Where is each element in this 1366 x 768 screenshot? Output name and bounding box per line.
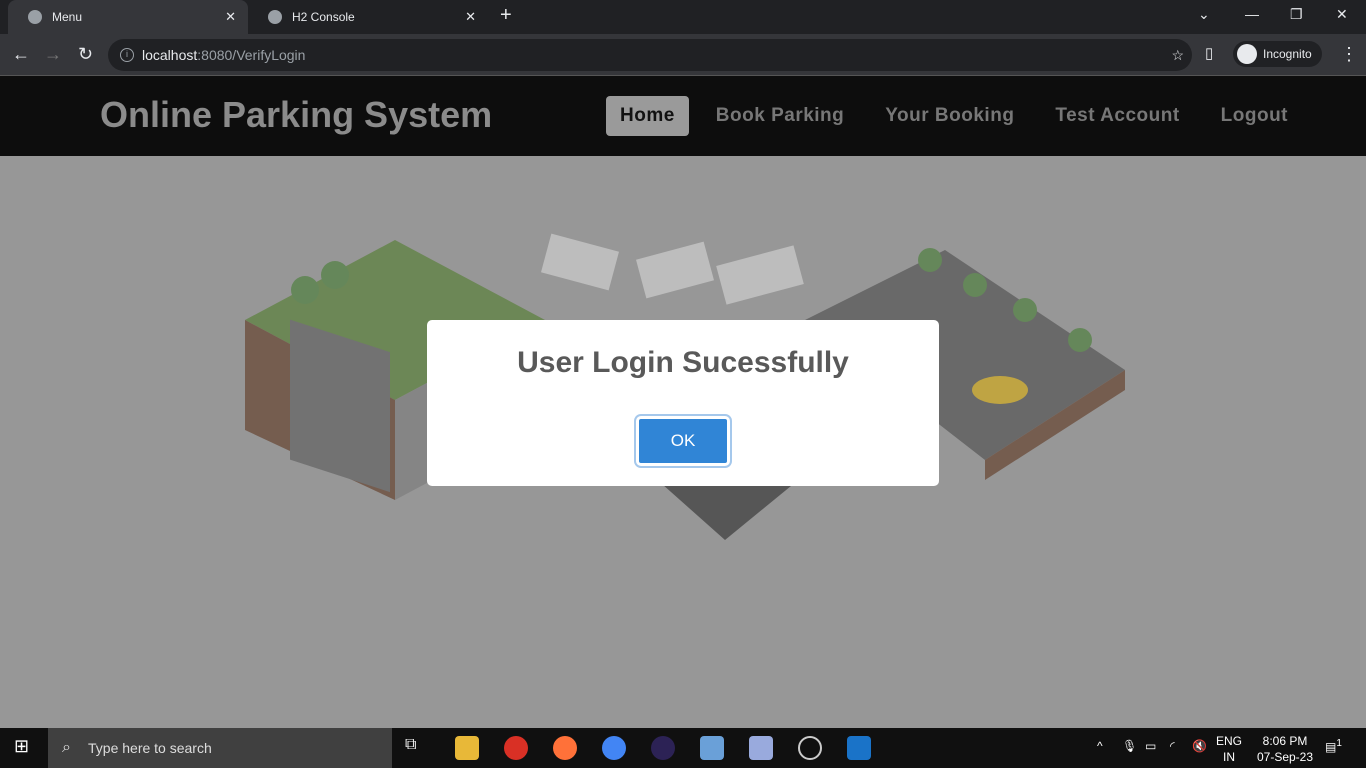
restore-button[interactable]: ❐ <box>1290 6 1303 23</box>
language-indicator[interactable]: ENG IN <box>1216 733 1242 765</box>
tab-strip: Menu ✕ H2 Console ✕ + ⌄ — ❐ ✕ <box>0 0 1366 34</box>
globe-icon <box>268 10 282 24</box>
reload-button[interactable]: ↻ <box>78 44 93 65</box>
show-hidden-icons[interactable]: ^ <box>1097 739 1103 753</box>
main-nav: Home Book Parking Your Booking Test Acco… <box>606 96 1315 136</box>
tab-menu[interactable]: Menu ✕ <box>8 0 248 34</box>
nav-home[interactable]: Home <box>606 96 689 136</box>
globe-icon <box>28 10 42 24</box>
notepad-icon[interactable] <box>749 736 773 760</box>
notifications-icon[interactable]: ▤1 <box>1325 738 1342 754</box>
bookmark-star-icon[interactable]: ☆ <box>1171 47 1184 64</box>
nav-logout[interactable]: Logout <box>1207 96 1302 136</box>
firefox-icon[interactable] <box>553 736 577 760</box>
chrome-icon[interactable] <box>504 736 528 760</box>
nav-your-booking[interactable]: Your Booking <box>871 96 1028 136</box>
microphone-icon[interactable]: 🎙 <box>1122 739 1137 753</box>
browser-toolbar: ← → ↻ i localhost:8080/VerifyLogin ☆ ▯ I… <box>0 34 1366 76</box>
forward-button[interactable]: → <box>44 44 62 65</box>
info-icon[interactable]: i <box>120 48 134 62</box>
tab-h2-console[interactable]: H2 Console ✕ <box>248 0 488 34</box>
volume-muted-icon[interactable]: 🔇 <box>1192 739 1207 753</box>
close-window-button[interactable]: ✕ <box>1336 6 1348 23</box>
file-explorer-icon[interactable] <box>455 736 479 760</box>
ok-button[interactable]: OK <box>634 414 732 468</box>
obs-icon[interactable] <box>798 736 822 760</box>
search-icon: ⌕ <box>62 739 71 756</box>
photos-icon[interactable] <box>847 736 871 760</box>
remote-desktop-icon[interactable] <box>700 736 724 760</box>
alert-dialog: User Login Sucessfully OK <box>427 320 939 486</box>
task-view-icon[interactable]: ⧉ <box>405 736 429 760</box>
side-panel-icon[interactable]: ▯ <box>1205 44 1213 62</box>
minimize-button[interactable]: — <box>1245 6 1259 22</box>
battery-icon[interactable]: ▭ <box>1145 739 1156 753</box>
back-button[interactable]: ← <box>12 44 30 65</box>
taskbar: ⊞ ⌕ Type here to search ⧉ ^ 🎙 ▭ ◜ 🔇 ENG I… <box>0 728 1366 768</box>
incognito-badge[interactable]: Incognito <box>1233 41 1322 67</box>
wifi-icon[interactable]: ◜ <box>1170 739 1175 753</box>
tab-search-icon[interactable]: ⌄ <box>1198 6 1210 23</box>
site-brand[interactable]: Online Parking System <box>100 94 492 136</box>
clock[interactable]: 8:06 PM 07-Sep-23 <box>1250 733 1320 765</box>
chrome-incognito-icon[interactable] <box>602 736 626 760</box>
close-tab-icon[interactable]: ✕ <box>225 9 236 25</box>
dialog-title: User Login Sucessfully <box>517 346 849 379</box>
new-tab-button[interactable]: + <box>500 4 512 27</box>
windows-start-icon[interactable]: ⊞ <box>14 736 38 760</box>
address-bar[interactable]: i localhost:8080/VerifyLogin ☆ <box>108 39 1192 71</box>
site-header: Online Parking System Home Book Parking … <box>0 76 1366 156</box>
nav-test-account[interactable]: Test Account <box>1041 96 1193 136</box>
nav-book-parking[interactable]: Book Parking <box>702 96 858 136</box>
taskbar-search[interactable]: ⌕ Type here to search <box>48 728 392 768</box>
eclipse-icon[interactable] <box>651 736 675 760</box>
menu-kebab-icon[interactable]: ⋮ <box>1340 44 1358 65</box>
close-tab-icon[interactable]: ✕ <box>465 9 476 25</box>
